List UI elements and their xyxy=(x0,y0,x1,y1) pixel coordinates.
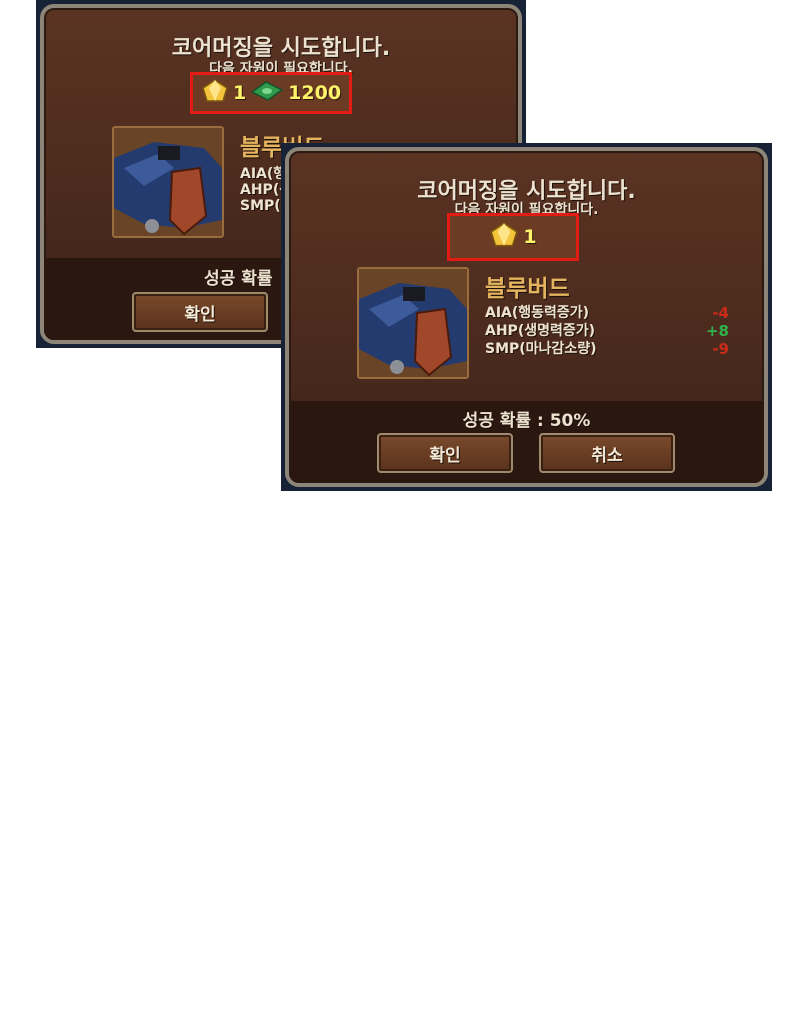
gold-gem-icon xyxy=(489,222,519,252)
gold-gem-icon xyxy=(201,79,229,107)
stat-aia: AIA(행 xyxy=(240,166,287,182)
unit-portrait xyxy=(112,126,224,238)
gem-count: 1 xyxy=(523,226,537,248)
gem-count: 1 xyxy=(232,82,247,104)
stat-aia-value: -4 xyxy=(712,304,729,322)
cancel-button[interactable]: 취소 xyxy=(539,433,675,473)
front-dialog-frame: 코어머징을 시도합니다. 다음 자원이 필요합니다. 1 블루버드 AIA(행동… xyxy=(285,147,768,487)
cost-highlight: 1 1200 xyxy=(190,72,352,114)
unit-portrait xyxy=(357,267,469,379)
stat-smp-value: -9 xyxy=(712,340,729,358)
cost-highlight: 1 xyxy=(447,213,579,261)
stat-smp: SMP(I xyxy=(240,198,286,214)
success-rate: 성공 확률 xyxy=(204,269,273,289)
stat-ahp-value: +8 xyxy=(705,322,729,340)
cash-amount: 1200 xyxy=(288,82,342,104)
stat-smp-label: SMP(마나감소량) xyxy=(485,341,597,357)
stat-aia-label: AIA(행동력증가) xyxy=(485,305,590,321)
unit-name: 블루버드 xyxy=(485,276,570,302)
confirm-button[interactable]: 확인 xyxy=(377,433,513,473)
front-dialog-panel: 코어머징을 시도합니다. 다음 자원이 필요합니다. 1 블루버드 AIA(행동… xyxy=(281,143,772,491)
green-cash-icon xyxy=(250,80,284,106)
success-rate: 성공 확률 : 50% xyxy=(462,411,591,431)
confirm-button[interactable]: 확인 xyxy=(132,292,268,332)
stat-ahp-label: AHP(생명력증가) xyxy=(485,323,596,339)
